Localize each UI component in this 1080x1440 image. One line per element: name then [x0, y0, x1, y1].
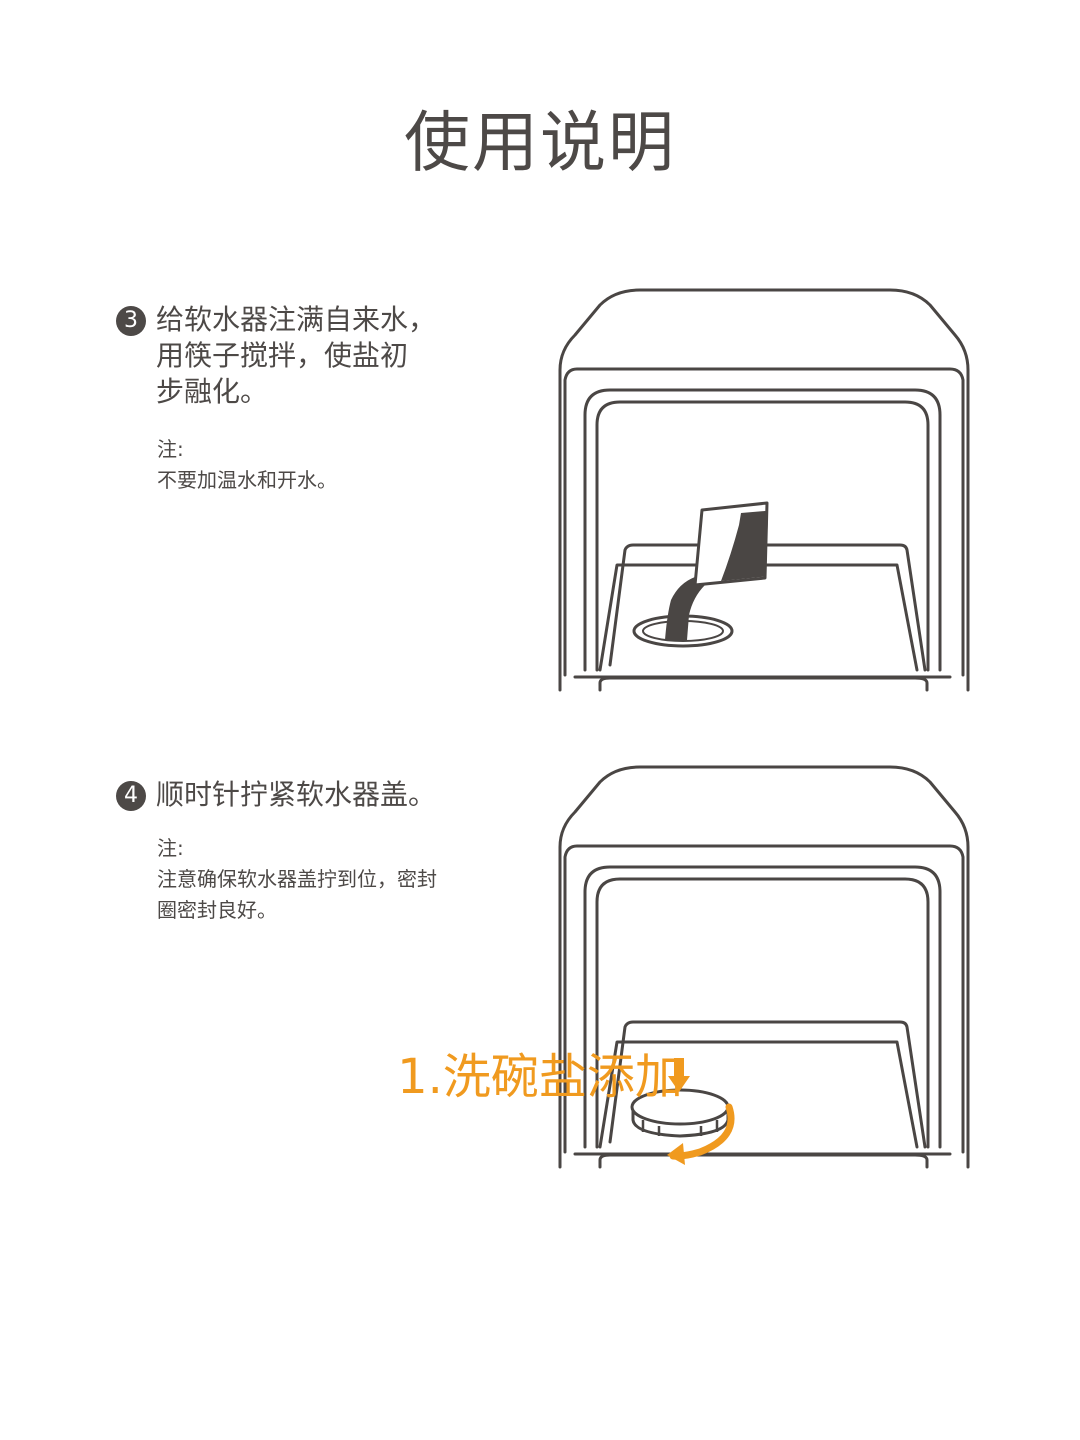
door-frame-outer	[563, 844, 965, 1154]
step-4-note: 注: 注意确保软水器盖拧到位，密封 圈密封良好。	[157, 836, 437, 922]
dishwasher-pour-salt-illustration	[558, 288, 970, 692]
dishwasher-body	[558, 765, 970, 1169]
step-3: 3 给软水器注满自来水， 用筷子搅拌，使盐初 步融化。 注: 不要加温水和开水。	[116, 302, 496, 496]
step-4: 4 顺时针拧紧软水器盖。 注: 注意确保软水器盖拧到位，密封 圈密封良好。	[116, 777, 496, 926]
step-3-header: 3 给软水器注满自来水， 用筷子搅拌，使盐初 步融化。	[116, 302, 496, 410]
step-3-instruction: 给软水器注满自来水， 用筷子搅拌，使盐初 步融化。	[156, 303, 437, 408]
step-4-number-badge: 4	[116, 781, 146, 811]
step-3-number-badge: 3	[116, 306, 146, 336]
section-title: 1.洗碗盐添加	[397, 1049, 683, 1105]
page-title: 使用说明	[404, 104, 676, 181]
step-3-note: 注: 不要加温水和开水。	[157, 437, 337, 492]
step-4-header: 4 顺时针拧紧软水器盖。	[116, 777, 496, 813]
tub-bottom-inner	[598, 563, 919, 672]
dishwasher-body	[558, 288, 970, 692]
step-4-instruction: 顺时针拧紧软水器盖。	[156, 778, 437, 811]
base-feet	[598, 1153, 929, 1169]
salt-pack-icon	[693, 501, 769, 587]
dishwasher-tighten-cap-illustration	[558, 765, 970, 1169]
base-feet	[598, 676, 929, 692]
